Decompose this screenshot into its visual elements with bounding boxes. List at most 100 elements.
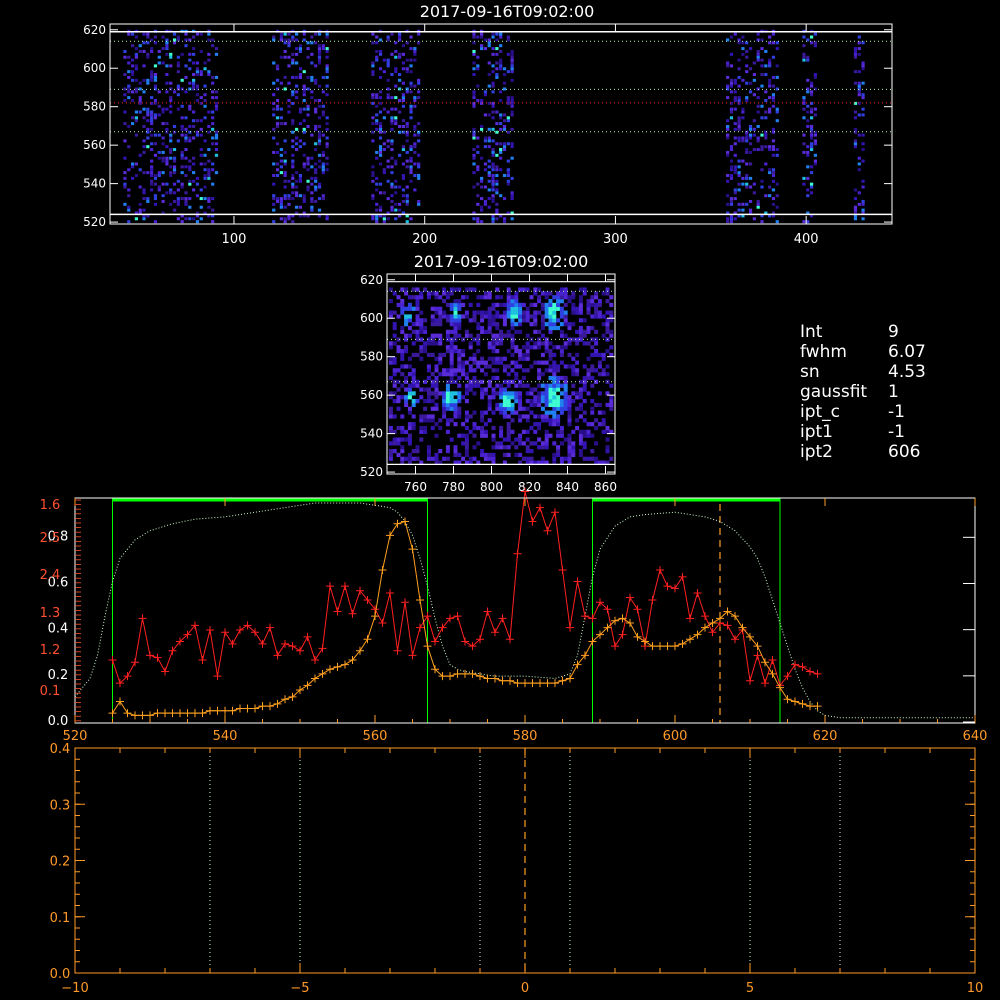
heatmap-cell [291, 182, 295, 186]
heatmap-cell [552, 399, 557, 404]
heatmap-cell [291, 75, 295, 79]
heatmap-cell [195, 32, 200, 36]
heatmap-cell [449, 314, 454, 319]
heatmap-cell [188, 81, 192, 85]
heatmap-cell [502, 113, 507, 117]
heatmap-cell [150, 179, 154, 183]
heatmap-cell [390, 148, 394, 152]
heatmap-cell [146, 127, 150, 131]
heatmap-cell [390, 73, 394, 77]
heatmap-cell [157, 188, 161, 192]
red-series-point [551, 508, 559, 517]
heatmap-cell [559, 345, 564, 350]
heatmap-cell [404, 399, 409, 404]
heatmap-cell [153, 113, 158, 117]
heatmap-cell [207, 171, 211, 175]
heatmap-cell [195, 84, 200, 88]
heatmap-cell [813, 139, 817, 143]
heatmap-cell [559, 291, 564, 296]
heatmap-cell [211, 122, 215, 126]
heatmap-cell [533, 302, 538, 308]
heatmap-cell [392, 291, 397, 296]
heatmap-cell [582, 364, 587, 369]
heatmap-cell [419, 295, 424, 300]
heatmap-cell [809, 90, 814, 94]
heatmap-cell [476, 202, 480, 206]
heatmap-cell [525, 306, 530, 311]
heatmap-cell [483, 410, 488, 415]
heatmap-cell [386, 165, 390, 169]
heatmap-cell [752, 119, 756, 123]
heatmap-cell [195, 220, 200, 224]
x-tick-label: −5 [290, 981, 309, 996]
heatmap-cell [590, 299, 595, 304]
heatmap-cell [415, 306, 420, 311]
heatmap-cell [510, 322, 515, 327]
heatmap-cell [771, 171, 776, 175]
heatmap-cell [394, 202, 398, 206]
heatmap-cell [176, 61, 180, 65]
y-tick-label-red: 2.5 [40, 531, 61, 546]
red-series-point [566, 623, 574, 632]
heatmap-cell [748, 90, 753, 94]
heatmap-cell [382, 142, 386, 146]
heatmap-cell [123, 73, 127, 77]
heatmap-cell [495, 67, 499, 71]
heatmap-cell [491, 318, 496, 323]
heatmap-cell [184, 136, 188, 140]
heatmap-cell [594, 418, 599, 423]
heatmap-cell [401, 52, 406, 56]
heatmap-cell [487, 113, 491, 117]
heatmap-cell [192, 119, 196, 123]
heatmap-cell [407, 452, 412, 458]
heatmap-cell [461, 441, 466, 446]
heatmap-cell [150, 47, 154, 51]
red-series-point [341, 582, 349, 591]
heatmap-cell [752, 78, 756, 82]
heatmap-cell [438, 333, 443, 338]
heatmap-cell [457, 299, 462, 304]
heatmap-cell [161, 199, 165, 203]
heatmap-cell [176, 202, 180, 206]
heatmap-cell [146, 145, 150, 149]
heatmap-cell [283, 205, 287, 209]
heatmap-cell [386, 87, 390, 91]
heatmap-cell [188, 217, 192, 221]
heatmap-cell [499, 360, 504, 365]
heatmap-cell [386, 61, 390, 65]
heatmap-cell [180, 185, 184, 189]
heatmap-cell [491, 176, 495, 180]
heatmap-cell [571, 310, 576, 315]
heatmap-cell [283, 194, 287, 198]
heatmap-cell [314, 185, 318, 189]
heatmap-cell [138, 168, 142, 172]
heatmap-cell [325, 116, 329, 120]
heatmap-cell [142, 107, 146, 111]
heatmap-cell [857, 52, 861, 56]
heatmap-cell [514, 314, 519, 319]
heatmap-cell [472, 41, 476, 45]
heatmap-cell [272, 197, 276, 201]
heatmap-cell [510, 325, 515, 331]
heatmap-cell [480, 32, 484, 36]
heatmap-cell [544, 291, 549, 296]
heatmap-cell [480, 176, 484, 180]
orange-series-point [228, 706, 237, 715]
heatmap-cell [472, 127, 476, 131]
heatmap-cell [150, 119, 154, 123]
heatmap-cell [272, 220, 276, 224]
heatmap-cell [172, 156, 177, 160]
heatmap-cell [375, 122, 379, 126]
heatmap-cell [741, 107, 745, 111]
heatmap-cell [404, 349, 409, 354]
heatmap-cell [317, 139, 322, 143]
heatmap-cell [146, 81, 150, 85]
heatmap-cell [434, 341, 439, 346]
heatmap-cell [405, 150, 409, 154]
heatmap-cell [476, 55, 480, 59]
heatmap-cell [472, 101, 476, 105]
heatmap-cell [559, 314, 564, 319]
heatmap-cell [597, 360, 602, 365]
heatmap-cell [405, 185, 409, 189]
heatmap-cell [378, 145, 383, 149]
